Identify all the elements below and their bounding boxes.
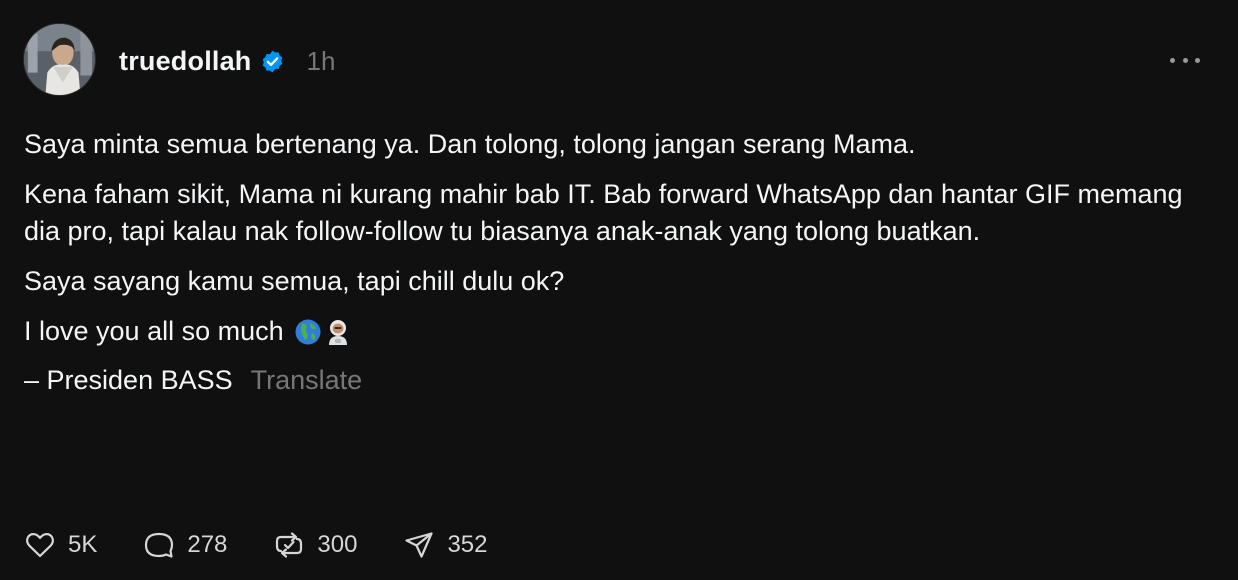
post-signature: – Presiden BASS: [24, 365, 233, 395]
thread-post: truedollah 1h Saya minta semua bertenang…: [0, 0, 1238, 580]
send-icon: [403, 529, 435, 561]
post-actions: 5K 278 300 352: [24, 526, 534, 564]
post-time: 1h: [306, 45, 336, 76]
astronaut-icon: [324, 318, 352, 346]
like-button[interactable]: 5K: [24, 529, 97, 561]
more-options-icon[interactable]: [1170, 52, 1200, 68]
post-body: Saya minta semua bertenang ya. Dan tolon…: [24, 126, 1204, 399]
post-paragraph-4-text: I love you all so much: [24, 316, 284, 346]
verified-badge-icon: [260, 49, 285, 74]
post-paragraph-2: Kena faham sikit, Mama ni kurang mahir b…: [24, 179, 1183, 246]
post-paragraph-3: Saya sayang kamu semua, tapi chill dulu …: [24, 266, 565, 296]
share-count: 352: [447, 531, 488, 558]
translate-link[interactable]: Translate: [251, 362, 363, 399]
heart-icon: [24, 529, 56, 561]
comment-button[interactable]: 278: [143, 529, 227, 561]
post-paragraph-4: I love you all so much: [24, 313, 1204, 350]
username[interactable]: truedollah: [119, 46, 252, 77]
post-header: truedollah 1h: [119, 44, 335, 78]
like-count: 5K: [68, 531, 98, 558]
comment-icon: [143, 529, 175, 561]
repost-button[interactable]: 300: [273, 529, 357, 561]
avatar-image: [24, 24, 95, 95]
repost-count: 300: [317, 531, 358, 558]
post-paragraph-5: – Presiden BASS Translate: [24, 362, 1204, 399]
avatar[interactable]: [23, 23, 96, 96]
globe-icon: [294, 318, 322, 346]
share-button[interactable]: 352: [403, 529, 488, 561]
post-paragraph-1: Saya minta semua bertenang ya. Dan tolon…: [24, 129, 916, 159]
comment-count: 278: [187, 531, 228, 558]
repost-icon: [273, 529, 305, 561]
